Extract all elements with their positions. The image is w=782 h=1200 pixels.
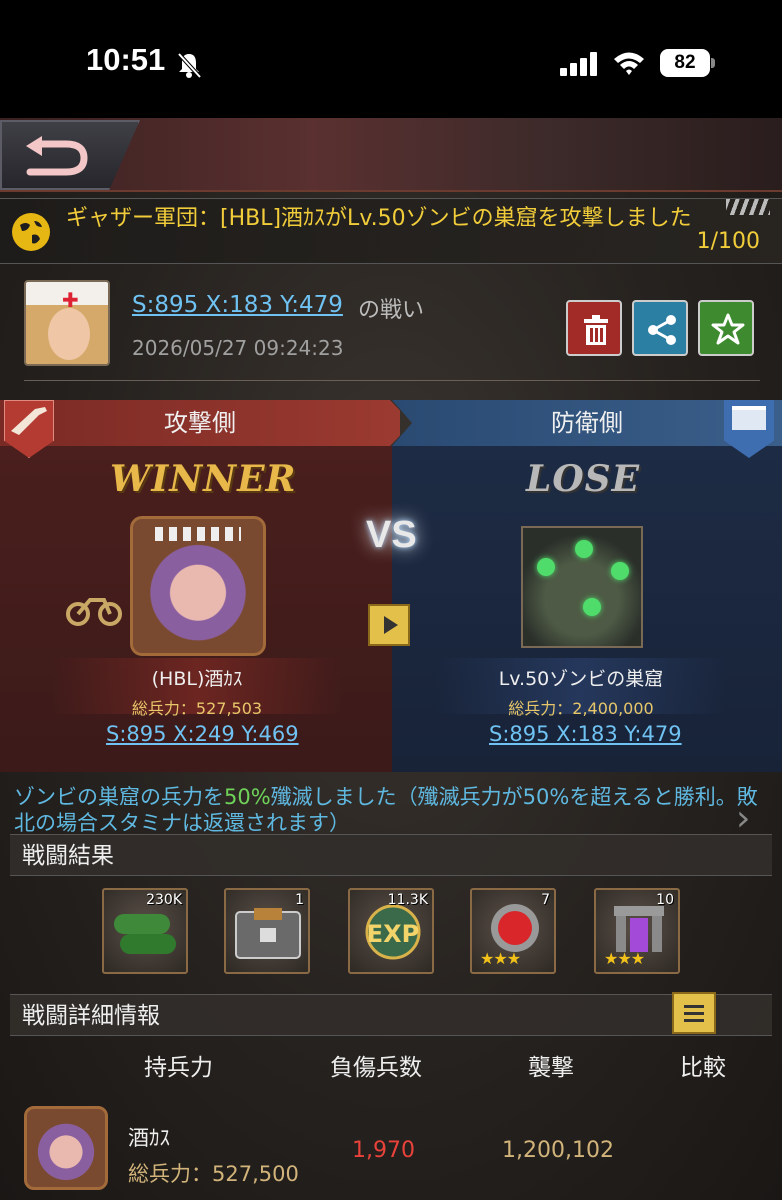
notice-counter: 1/100: [696, 229, 760, 254]
bell-muted-icon: [177, 52, 202, 79]
result-note-part1: ゾンビの巣窟の兵力を: [14, 785, 224, 809]
battery-tip: [711, 58, 715, 68]
detail-row-power: 総兵力：527,500: [128, 1162, 299, 1186]
signal-icon: [560, 52, 597, 76]
back-arrow-icon: [26, 136, 88, 176]
result-note: ゾンビの巣窟の兵力を50%殲滅しました（殲滅兵力が50%を超えると勝利。敗北の場…: [14, 784, 774, 836]
winner-label: WINNER: [110, 458, 297, 500]
reward-item[interactable]: 1: [224, 888, 310, 974]
reward-count: 230K: [146, 892, 182, 908]
reward-item[interactable]: 7 ★★★: [470, 888, 556, 974]
reward-item[interactable]: 10 ★★★: [594, 888, 680, 974]
detail-row-name: 酒ｶｽ: [128, 1126, 170, 1150]
reporter-avatar[interactable]: ✚: [24, 280, 110, 366]
column-header-compare: 比較: [680, 1055, 726, 1081]
detail-row-attack: 1,200,102: [502, 1138, 614, 1163]
results-section-title: 戦闘結果: [10, 834, 772, 876]
notice-stripes: [726, 199, 770, 215]
attacker-hero-portrait[interactable]: [130, 516, 266, 656]
share-icon: [648, 315, 676, 345]
notice-text: ギャザー軍団：[HBL]酒ｶｽがLv.50ゾンビの巣窟を攻撃しました: [66, 206, 692, 231]
reward-count: 11.3K: [387, 892, 428, 908]
header-divider: [24, 380, 760, 381]
favorite-button[interactable]: [698, 300, 754, 356]
battery-indicator: 82: [660, 49, 710, 77]
broadcast-notice[interactable]: ギャザー軍団：[HBL]酒ｶｽがLv.50ゾンビの巣窟を攻撃しました 1/100: [0, 198, 782, 264]
reward-item[interactable]: 230K: [102, 888, 188, 974]
nest-light: [575, 540, 593, 558]
detail-row-avatar[interactable]: [24, 1106, 108, 1190]
nest-light: [611, 562, 629, 580]
reward-item[interactable]: EXP 11.3K: [348, 888, 434, 974]
lose-label: LOSE: [526, 458, 641, 500]
replay-button[interactable]: [368, 604, 410, 646]
attacker-header: 攻撃側: [0, 400, 400, 446]
wifi-icon: [614, 52, 644, 75]
bear-fangs: [155, 527, 241, 541]
delete-button[interactable]: [566, 300, 622, 356]
attacker-power: 総兵力：527,503: [131, 699, 263, 718]
result-note-highlight: 50%: [224, 785, 271, 809]
status-time: 10:51: [86, 42, 166, 77]
avatar-face: [48, 308, 90, 360]
battle-suffix: の戦い: [358, 298, 425, 323]
attacker-name: (HBL)酒ｶｽ: [151, 668, 243, 690]
reward-count: 7: [541, 892, 550, 908]
reward-list: 230K 1 EXP 11.3K 7 ★★★ 10 ★★★: [102, 888, 682, 974]
battle-location-link[interactable]: S:895 X:183 Y:479: [132, 292, 343, 318]
reward-count: 10: [656, 892, 674, 908]
nest-light: [537, 558, 555, 576]
column-header-attack: 襲撃: [528, 1055, 574, 1081]
report-header: ✚ S:895 X:183 Y:479 の戦い 2026/05/27 09:24…: [0, 270, 782, 380]
details-section-title: 戦闘詳細情報: [10, 994, 772, 1036]
share-button[interactable]: [632, 300, 688, 356]
detail-row-wounded: 1,970: [352, 1138, 415, 1163]
star-icon: [711, 313, 745, 345]
reward-count: 1: [295, 892, 304, 908]
rarity-stars: ★★★: [480, 949, 521, 968]
vs-label: VS: [366, 514, 417, 556]
chevron-right-icon[interactable]: ›: [736, 798, 750, 839]
column-header-wounded: 負傷兵数: [330, 1055, 422, 1081]
report-timestamp: 2026/05/27 09:24:23: [132, 336, 344, 360]
game-screen: ギャザー軍団：[HBL]酒ｶｽがLv.50ゾンビの巣窟を攻撃しました 1/100…: [0, 118, 782, 1200]
defender-coords-link[interactable]: S:895 X:183 Y:479: [489, 722, 682, 746]
attacker-coords-link[interactable]: S:895 X:249 Y:469: [106, 722, 299, 746]
status-bar: 10:51 82: [0, 0, 782, 118]
column-header-troops: 持兵力: [144, 1055, 213, 1081]
svg-text:EXP: EXP: [367, 920, 420, 948]
trash-icon: [584, 315, 608, 345]
motorcycle-icon: [66, 598, 122, 626]
globe-icon: [12, 213, 50, 251]
defender-info: Lv.50ゾンビの巣窟 総兵力：2,400,000: [436, 658, 726, 718]
rarity-stars: ★★★: [604, 949, 645, 968]
defender-name: Lv.50ゾンビの巣窟: [498, 668, 664, 690]
attacker-info: (HBL)酒ｶｽ 総兵力：527,503: [52, 658, 342, 718]
list-button[interactable]: [672, 992, 716, 1034]
nest-light: [583, 598, 601, 616]
zombie-nest-portrait[interactable]: [521, 526, 643, 648]
defender-header: 防衛側: [392, 400, 782, 446]
defender-power: 総兵力：2,400,000: [508, 699, 654, 718]
